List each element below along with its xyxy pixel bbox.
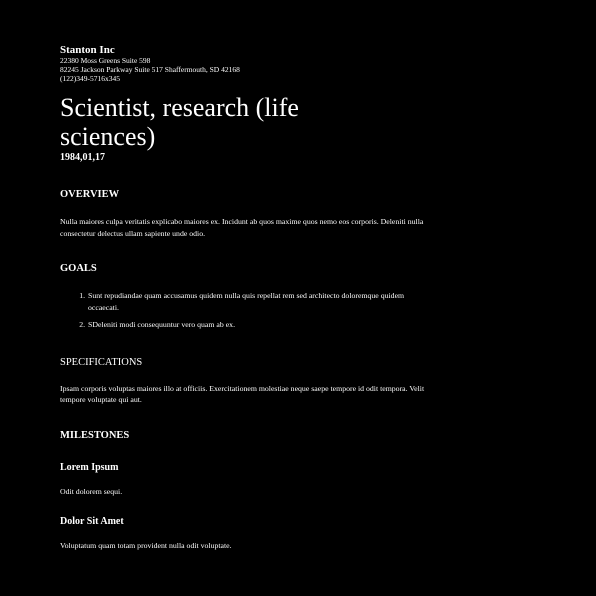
document-title: Scientist, research (life sciences) xyxy=(60,93,299,151)
specifications-text: Ipsam corporis voluptas maiores illo at … xyxy=(60,383,425,405)
company-address-line-2: 82245 Jackson Parkway Suite 517 Shafferm… xyxy=(60,65,240,74)
milestone-title: Dolor Sit Amet xyxy=(60,516,124,527)
milestone-text: Odit dolorem sequi. xyxy=(60,486,123,496)
goal-item: SDeleniti modi consequuntur vero quam ab… xyxy=(87,319,430,331)
specifications-section: SPECIFICATIONS Ipsam corporis voluptas m… xyxy=(60,357,430,406)
company-phone: (122)349-5716x345 xyxy=(60,74,120,83)
goals-list: Sunt repudiandae quam accusamus quidem n… xyxy=(60,290,430,331)
company-name: Stanton Inc xyxy=(60,44,115,56)
specifications-heading: SPECIFICATIONS xyxy=(60,356,143,368)
document-page: Stanton Inc 22380 Moss Greens Suite 598 … xyxy=(60,44,430,552)
overview-section: OVERVIEW Nulla maiores culpa veritatis e… xyxy=(60,189,430,239)
milestones-heading: MILESTONES xyxy=(60,429,130,441)
goals-section: GOALS Sunt repudiandae quam accusamus qu… xyxy=(60,263,430,331)
milestone-item: Lorem Ipsum Odit dolorem sequi. xyxy=(60,462,430,498)
milestone-item: Dolor Sit Amet Voluptatum quam totam pro… xyxy=(60,516,430,552)
company-address-line-1: 22380 Moss Greens Suite 598 xyxy=(60,56,151,65)
goal-item: Sunt repudiandae quam accusamus quidem n… xyxy=(87,290,430,313)
document-date: 1984,01,17 xyxy=(60,152,105,163)
company-header: Stanton Inc 22380 Moss Greens Suite 598 … xyxy=(60,44,430,83)
overview-heading: OVERVIEW xyxy=(60,189,120,200)
milestone-text: Voluptatum quam totam provident nulla od… xyxy=(60,541,232,550)
milestone-title: Lorem Ipsum xyxy=(60,461,119,473)
goals-heading: GOALS xyxy=(60,263,97,274)
overview-text: Nulla maiores culpa veritatis explicabo … xyxy=(60,217,424,238)
milestones-section: MILESTONES Lorem Ipsum Odit dolorem sequ… xyxy=(60,430,430,552)
